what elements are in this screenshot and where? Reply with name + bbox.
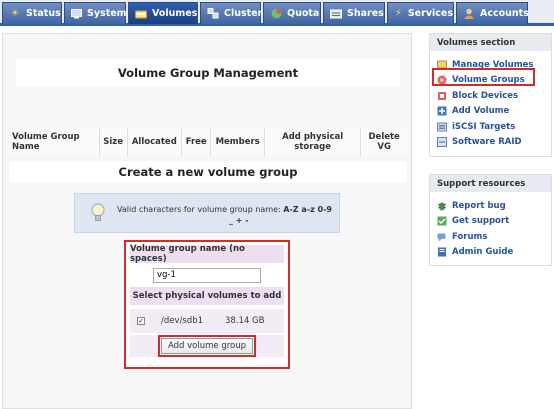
tab-shares[interactable]: Shares bbox=[323, 2, 385, 24]
sidebar-item-add-volume[interactable]: Add Volume bbox=[437, 104, 551, 120]
sidebar-item-admin-guide[interactable]: Admin Guide bbox=[437, 245, 551, 261]
device-size: 38.14 GB bbox=[225, 316, 265, 326]
device-checkbox[interactable]: ✓ bbox=[137, 317, 145, 325]
create-vg-form: Volume group name (no spaces) Select phy… bbox=[124, 240, 290, 369]
get-support-icon bbox=[437, 216, 447, 226]
sidebar-item-iscsi-targets[interactable]: iSCSI Targets bbox=[437, 119, 551, 135]
pv-row: ✓ /dev/sdb1 38.14 GB bbox=[130, 309, 284, 333]
tab-quota[interactable]: Quota bbox=[263, 2, 321, 24]
top-nav: ☀ Status System Volumes Cluster Quota Sh… bbox=[0, 0, 554, 26]
support-resources-sidebar: Support resources Report bug Get support… bbox=[429, 174, 552, 266]
col-add-physical-storage: Add physical storage bbox=[264, 128, 362, 156]
sidebar-item-block-devices[interactable]: Block Devices bbox=[437, 88, 551, 104]
volumes-section-list: Manage Volumes Volume Groups Block Devic… bbox=[430, 51, 551, 156]
col-size: Size bbox=[99, 128, 128, 156]
tab-label: System bbox=[87, 8, 127, 19]
sidebar-item-label: Report bug bbox=[452, 200, 506, 211]
col-free: Free bbox=[181, 128, 212, 156]
name-row bbox=[130, 263, 284, 287]
tab-accounts[interactable]: Accounts bbox=[456, 2, 529, 24]
info-box: Valid characters for volume group name: … bbox=[74, 193, 340, 233]
tab-label: Quota bbox=[287, 8, 320, 19]
admin-guide-icon bbox=[437, 247, 447, 257]
system-icon bbox=[71, 8, 82, 20]
status-icon: ☀ bbox=[10, 7, 20, 19]
support-resources-list: Report bug Get support Forums Admin Guid… bbox=[430, 192, 551, 266]
tab-label: Status bbox=[26, 8, 61, 19]
tab-label: Accounts bbox=[480, 8, 529, 19]
page-title: Volume Group Management bbox=[117, 66, 299, 80]
block-devices-icon bbox=[437, 91, 447, 101]
sidebar-item-label: Admin Guide bbox=[452, 247, 514, 258]
info-text: Valid characters for volume group name: … bbox=[117, 204, 337, 226]
tab-label: Cluster bbox=[224, 8, 263, 19]
accounts-icon bbox=[463, 8, 475, 20]
iscsi-targets-icon bbox=[437, 122, 447, 132]
volume-groups-highlight bbox=[432, 68, 535, 86]
sidebar-item-label: iSCSI Targets bbox=[452, 121, 516, 132]
tab-system[interactable]: System bbox=[64, 2, 127, 24]
vg-management-title-panel: Volume Group Management bbox=[16, 59, 400, 87]
info-chars-extra: _ + - bbox=[229, 216, 249, 225]
sidebar-item-get-support[interactable]: Get support bbox=[437, 214, 551, 230]
name-header: Volume group name (no spaces) bbox=[130, 244, 284, 264]
sidebar-item-label: Forums bbox=[452, 231, 488, 242]
sidebar-item-software-raid[interactable]: Software RAID bbox=[437, 135, 551, 151]
table-header-row: Volume Group Name Size Allocated Free Me… bbox=[9, 128, 407, 156]
pv-header: Select physical volumes to add bbox=[130, 287, 284, 305]
tab-cluster[interactable]: Cluster bbox=[200, 2, 263, 24]
sidebar-item-label: Software RAID bbox=[452, 137, 522, 148]
device-name: /dev/sdb1 bbox=[161, 316, 204, 326]
col-members: Members bbox=[210, 128, 265, 156]
shares-icon bbox=[330, 8, 342, 20]
sidebar-item-report-bug[interactable]: Report bug bbox=[437, 198, 551, 214]
sidebar-item-label: Block Devices bbox=[452, 90, 519, 101]
volumes-section-title: Volumes section bbox=[430, 34, 551, 51]
create-vg-title: Create a new volume group bbox=[118, 165, 298, 179]
quota-icon bbox=[270, 8, 282, 20]
tab-volumes[interactable]: Volumes bbox=[128, 2, 198, 24]
add-volume-group-button[interactable]: Add volume group bbox=[160, 338, 254, 354]
form-inner: Volume group name (no spaces) Select phy… bbox=[130, 244, 284, 357]
report-bug-icon bbox=[437, 201, 447, 211]
sidebar-item-label: Get support bbox=[452, 216, 510, 227]
info-prefix: Valid characters for volume group name: bbox=[117, 205, 284, 214]
support-resources-title: Support resources bbox=[430, 175, 551, 192]
lightbulb-icon bbox=[91, 203, 105, 221]
tab-status[interactable]: ☀ Status bbox=[2, 2, 62, 24]
col-delete-vg: Delete VG bbox=[360, 128, 407, 156]
tab-label: Services bbox=[407, 8, 453, 19]
col-allocated: Allocated bbox=[127, 128, 183, 156]
create-vg-title-panel: Create a new volume group bbox=[9, 161, 407, 183]
submit-row: Add volume group bbox=[130, 335, 284, 357]
volume-group-name-input[interactable] bbox=[153, 267, 261, 283]
volumes-section-sidebar: Volumes section Manage Volumes Volume Gr… bbox=[429, 33, 552, 157]
volume-group-table: Volume Group Name Size Allocated Free Me… bbox=[9, 128, 407, 156]
tab-label: Volumes bbox=[152, 8, 198, 19]
sidebar-item-forums[interactable]: Forums bbox=[437, 229, 551, 245]
submit-highlight: Add volume group bbox=[157, 335, 257, 357]
cluster-icon bbox=[207, 8, 219, 20]
tab-services[interactable]: ⚡ Services bbox=[387, 2, 454, 24]
add-volume-icon bbox=[437, 106, 447, 116]
sidebar-item-label: Add Volume bbox=[452, 106, 510, 117]
software-raid-icon bbox=[437, 137, 447, 148]
services-icon: ⚡ bbox=[394, 7, 402, 19]
tab-label: Shares bbox=[347, 8, 384, 19]
info-chars: A-Z a-z 0-9 bbox=[283, 205, 332, 214]
col-volume-group-name: Volume Group Name bbox=[9, 128, 100, 156]
volumes-icon bbox=[135, 8, 147, 20]
forums-icon bbox=[437, 232, 447, 242]
